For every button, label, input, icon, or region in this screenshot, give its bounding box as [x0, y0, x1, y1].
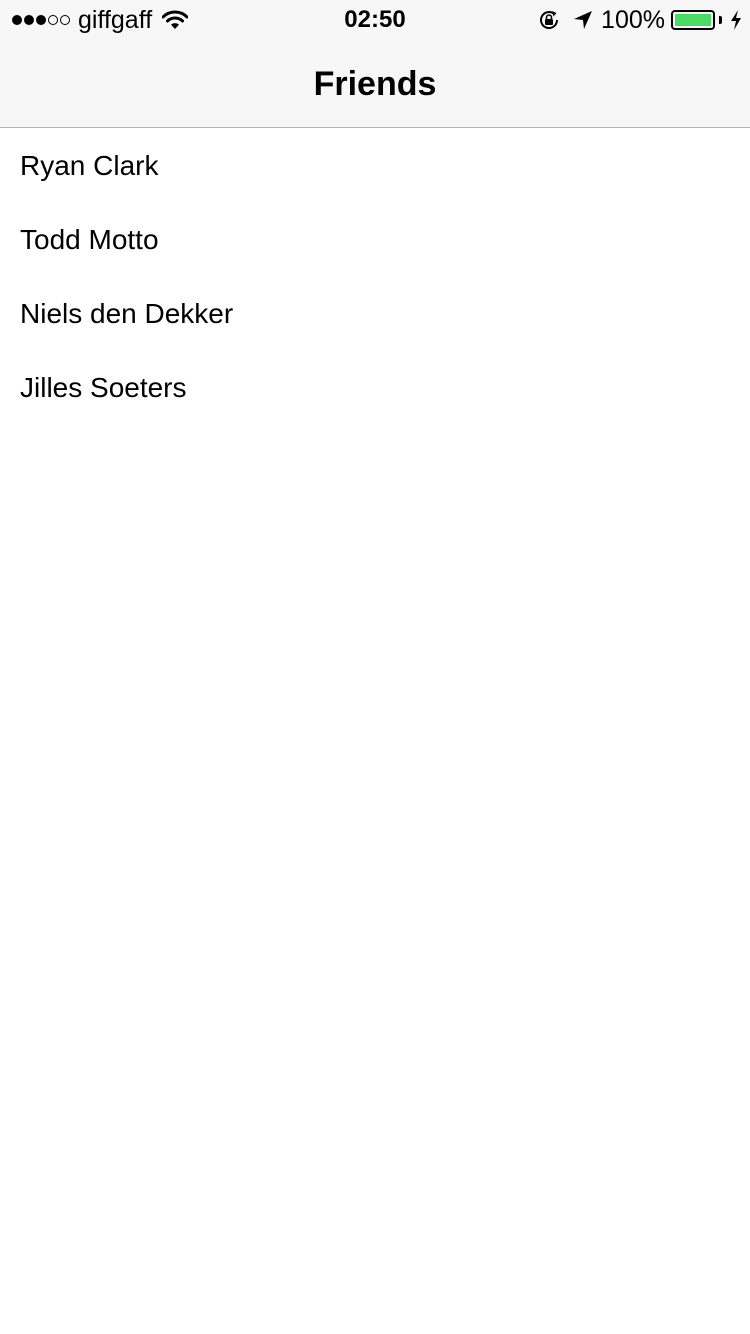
page-title: Friends [313, 65, 437, 103]
location-arrow-icon [574, 11, 593, 29]
friend-list-item[interactable]: Todd Motto [0, 203, 750, 277]
battery-level-fill [675, 14, 711, 26]
rotation-lock-icon [540, 11, 559, 29]
charging-bolt-icon [731, 10, 741, 30]
navigation-bar: Friends [0, 40, 750, 128]
friends-list: Ryan Clark Todd Motto Niels den Dekker Jill… [0, 129, 750, 425]
friend-list-item[interactable]: Ryan Clark [0, 129, 750, 203]
battery-icon [671, 10, 715, 30]
battery-terminal [719, 16, 722, 24]
friend-list-item[interactable]: Jilles Soeters [0, 351, 750, 425]
status-right: 100% [537, 0, 742, 40]
status-bar: giffgaff 02:50 100% [0, 0, 750, 40]
battery-percentage: 100% [601, 6, 665, 34]
friends-screen: giffgaff 02:50 100% Friends Ryan Clark T… [0, 0, 750, 1334]
friend-list-item[interactable]: Niels den Dekker [0, 277, 750, 351]
